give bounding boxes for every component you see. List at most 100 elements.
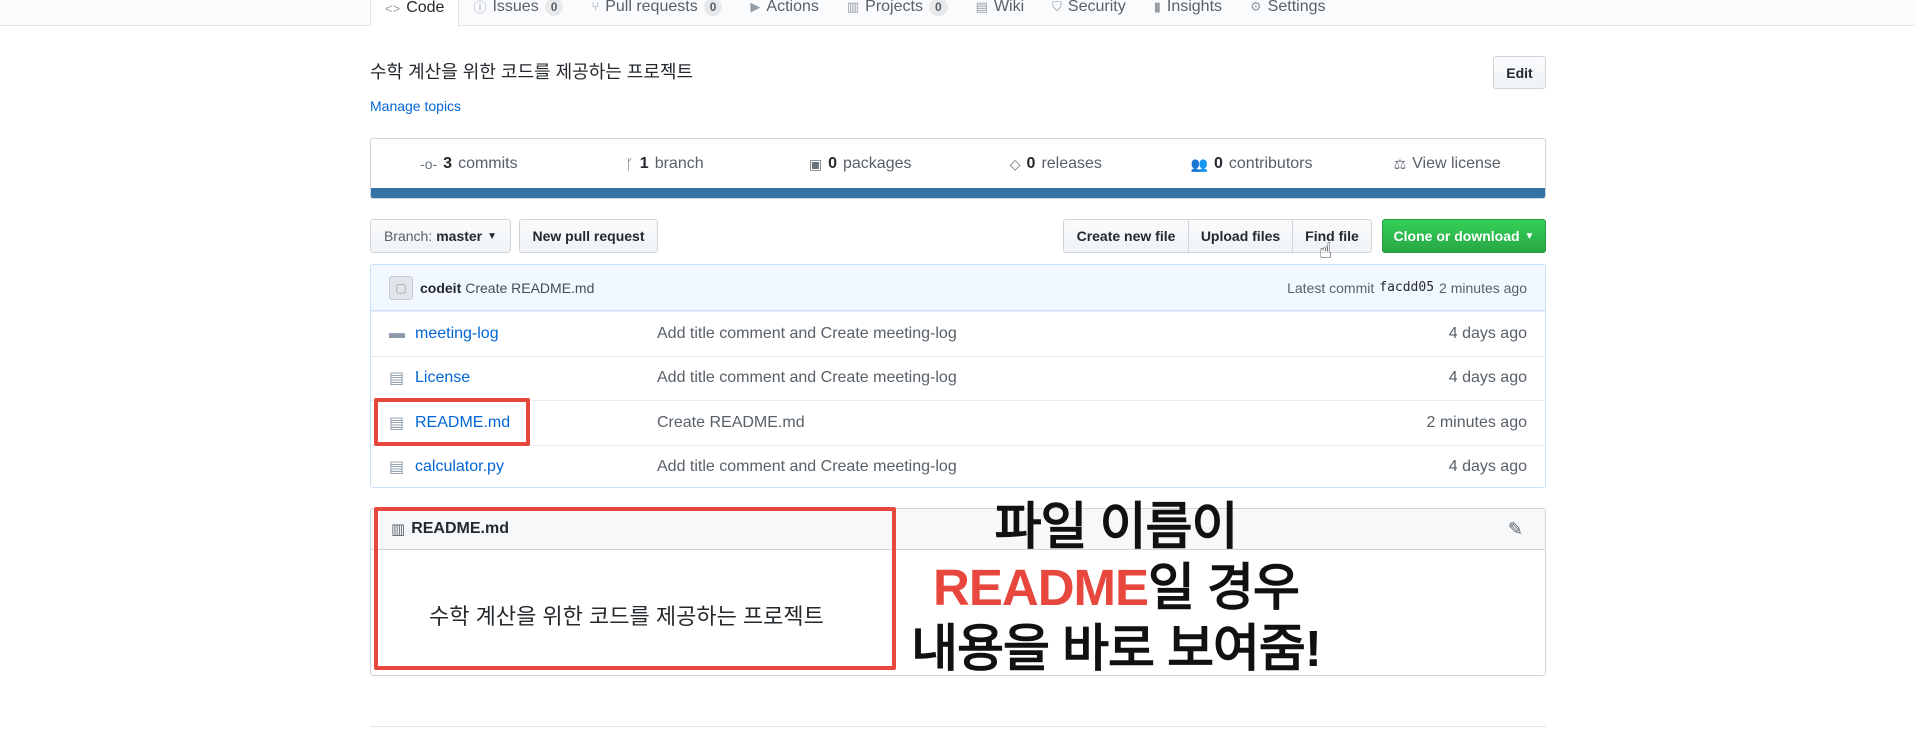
contributors-label: contributors bbox=[1228, 155, 1313, 172]
annotation-line-2-rest: 일 경우 bbox=[1148, 559, 1300, 616]
edit-description-button[interactable]: Edit bbox=[1493, 56, 1546, 89]
file-name[interactable]: License bbox=[415, 369, 657, 387]
annotation-line-3: 내용을 바로 보여줌! bbox=[911, 620, 1322, 677]
manage-topics-link[interactable]: Manage topics bbox=[370, 98, 461, 114]
upload-files-button[interactable]: Upload files bbox=[1188, 219, 1293, 253]
file-icon: ▤ bbox=[389, 370, 405, 388]
branch-icon: ᚴ bbox=[625, 156, 634, 172]
file-age: 4 days ago bbox=[1448, 369, 1527, 387]
packages-link[interactable]: ▣ 0 packages bbox=[762, 155, 958, 173]
branch-count: 1 bbox=[639, 155, 649, 172]
branch-label: branch bbox=[654, 155, 704, 172]
tab-label: Settings bbox=[1267, 0, 1326, 15]
tab-security[interactable]: ⛉ Security bbox=[1038, 0, 1140, 26]
issue-icon: ⓘ bbox=[473, 0, 487, 15]
file-commit-message[interactable]: Add title comment and Create meeting-log bbox=[657, 458, 1449, 476]
tag-icon: ◇ bbox=[1009, 155, 1021, 172]
branch-link[interactable]: ᚴ 1 branch bbox=[567, 155, 763, 173]
commit-icon: -o- bbox=[420, 156, 438, 172]
table-row: ▬ meeting-log Add title comment and Crea… bbox=[371, 311, 1545, 356]
file-icon: ▤ bbox=[389, 459, 405, 477]
projects-counter: 0 bbox=[928, 0, 948, 16]
releases-link[interactable]: ◇ 0 releases bbox=[958, 155, 1154, 173]
issues-counter: 0 bbox=[544, 0, 564, 16]
tab-wiki[interactable]: ▤ Wiki bbox=[962, 0, 1039, 26]
branch-select-button[interactable]: Branch: master ▼ bbox=[370, 219, 511, 253]
commits-link[interactable]: -o- 3 commits bbox=[371, 155, 567, 173]
repo-description: 수학 계산을 위한 코드를 제공하는 프로젝트 bbox=[370, 62, 694, 82]
contributors-count: 0 bbox=[1213, 155, 1223, 172]
file-age: 2 minutes ago bbox=[1426, 413, 1527, 431]
people-icon: 👥 bbox=[1190, 155, 1208, 172]
tab-label: Projects bbox=[865, 0, 923, 15]
annotation-highlight: README bbox=[933, 559, 1149, 616]
packages-count: 0 bbox=[828, 155, 837, 172]
commit-message[interactable]: Create README.md bbox=[465, 280, 594, 296]
tab-label: Pull requests bbox=[605, 0, 698, 15]
repo-nav: <> Code ⓘ Issues 0 ⑂ Pull requests 0 ▶ A… bbox=[0, 0, 1915, 27]
file-name[interactable]: meeting-log bbox=[415, 325, 657, 343]
tab-pull-requests[interactable]: ⑂ Pull requests 0 bbox=[577, 0, 736, 26]
folder-icon: ▬ bbox=[389, 324, 405, 342]
commits-label: commits bbox=[458, 155, 518, 172]
license-label: View license bbox=[1412, 155, 1501, 172]
commit-sha[interactable]: facdd05 bbox=[1379, 280, 1434, 295]
divider bbox=[370, 726, 1546, 727]
tab-insights[interactable]: ▮ Insights bbox=[1140, 0, 1236, 26]
package-icon: ▣ bbox=[808, 155, 823, 172]
table-row: ▤ README.md Create README.md 2 minutes a… bbox=[371, 400, 1545, 445]
commit-author[interactable]: codeit bbox=[420, 280, 461, 296]
pencil-icon[interactable]: ✎ bbox=[1508, 519, 1523, 540]
tab-label: Security bbox=[1067, 0, 1126, 15]
code-icon: <> bbox=[385, 0, 401, 16]
contributors-link[interactable]: 👥 0 contributors bbox=[1154, 155, 1350, 173]
new-pull-request-button[interactable]: New pull request bbox=[519, 219, 658, 253]
file-age: 4 days ago bbox=[1448, 324, 1527, 342]
repo-tabs: <> Code ⓘ Issues 0 ⑂ Pull requests 0 ▶ A… bbox=[370, 0, 1339, 27]
readme-file-highlight bbox=[374, 398, 530, 446]
caret-down-icon: ▼ bbox=[487, 230, 498, 242]
readme-content-highlight bbox=[374, 507, 896, 670]
commits-count: 3 bbox=[443, 155, 453, 172]
releases-label: releases bbox=[1041, 155, 1102, 172]
latest-commit-label: Latest commit bbox=[1287, 279, 1375, 296]
tab-code[interactable]: <> Code bbox=[370, 0, 460, 27]
tab-settings[interactable]: ⚙ Settings bbox=[1236, 0, 1339, 26]
language-bar[interactable] bbox=[371, 188, 1545, 198]
branch-select-label: Branch: bbox=[383, 228, 433, 244]
tab-label: Wiki bbox=[993, 0, 1025, 15]
clone-or-download-button[interactable]: Clone or download ▼ bbox=[1382, 219, 1546, 253]
tab-label: Issues bbox=[492, 0, 539, 15]
license-link[interactable]: ⚖ View license bbox=[1349, 155, 1545, 173]
commit-tease: ▢ codeit Create README.md Latest commit … bbox=[371, 265, 1545, 311]
tab-issues[interactable]: ⓘ Issues 0 bbox=[459, 0, 577, 26]
hand-pointer-icon: ☝ bbox=[1319, 238, 1333, 263]
annotation-callout: 파일 이름이 README일 경우 내용을 바로 보여줌! bbox=[896, 496, 1336, 679]
file-age: 4 days ago bbox=[1448, 458, 1527, 476]
avatar[interactable]: ▢ bbox=[389, 275, 413, 300]
file-table: ▢ codeit Create README.md Latest commit … bbox=[370, 264, 1546, 488]
pull-request-icon: ⑂ bbox=[591, 0, 600, 14]
clone-label: Clone or download bbox=[1393, 228, 1520, 244]
play-icon: ▶ bbox=[750, 0, 761, 14]
file-commit-message[interactable]: Create README.md bbox=[657, 414, 1426, 432]
file-commit-message[interactable]: Add title comment and Create meeting-log bbox=[657, 369, 1449, 387]
shield-icon: ⛉ bbox=[1052, 0, 1062, 14]
tab-projects[interactable]: ▥ Projects 0 bbox=[833, 0, 962, 26]
tab-label: Actions bbox=[766, 0, 819, 15]
caret-down-icon: ▼ bbox=[1524, 230, 1535, 242]
file-name[interactable]: calculator.py bbox=[415, 458, 657, 476]
pull-requests-counter: 0 bbox=[703, 0, 723, 16]
graph-icon: ▮ bbox=[1153, 0, 1161, 14]
gear-icon: ⚙ bbox=[1250, 0, 1262, 14]
packages-label: packages bbox=[843, 155, 912, 172]
table-row: ▤ calculator.py Add title comment and Cr… bbox=[371, 444, 1545, 487]
tab-label: Code bbox=[406, 0, 445, 16]
tab-label: Insights bbox=[1166, 0, 1223, 15]
create-new-file-button[interactable]: Create new file bbox=[1063, 219, 1189, 253]
tab-actions[interactable]: ▶ Actions bbox=[736, 0, 832, 26]
table-row: ▤ License Add title comment and Create m… bbox=[371, 355, 1545, 400]
law-icon: ⚖ bbox=[1393, 155, 1407, 172]
file-commit-message[interactable]: Add title comment and Create meeting-log bbox=[657, 325, 1449, 343]
annotation-line-1: 파일 이름이 bbox=[994, 498, 1239, 555]
